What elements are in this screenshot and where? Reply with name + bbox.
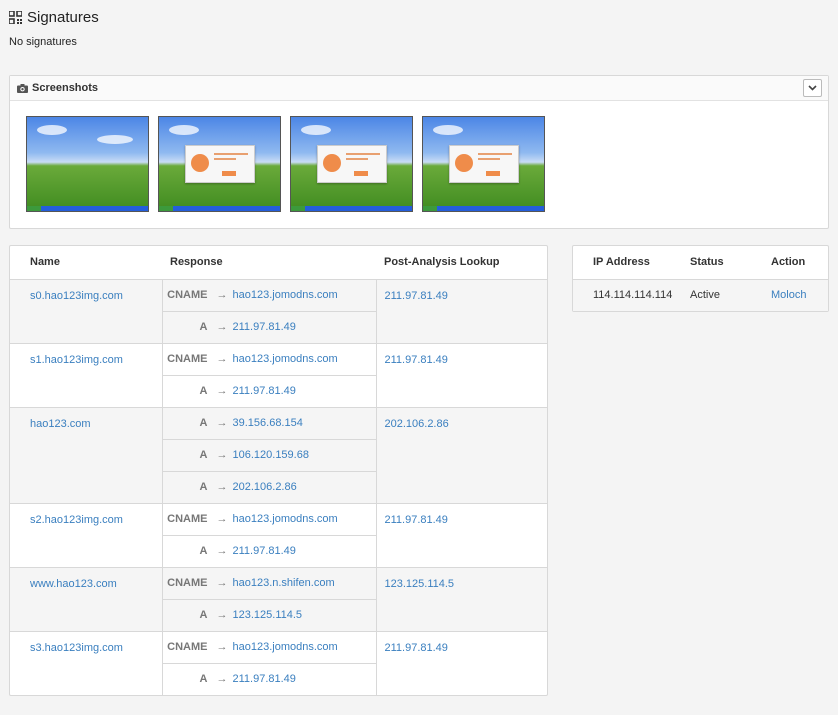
record-value-link[interactable]: hao123.jomodns.com [233,353,338,365]
record-value-link[interactable]: 211.97.81.49 [233,673,296,685]
screenshot-thumbnail-3[interactable] [290,116,413,212]
column-header-response: Response [162,246,376,280]
domain-link[interactable]: s1.hao123img.com [30,354,123,366]
arrow-right-icon: → [216,673,228,685]
arrow-right-icon: → [216,481,228,493]
screenshot-thumbnail-4[interactable] [422,116,545,212]
column-header-status: Status [690,246,771,280]
record-value-link[interactable]: hao123.n.shifen.com [233,577,335,589]
record-type: A [199,321,208,333]
record-value-link[interactable]: 211.97.81.49 [233,321,296,333]
table-row: s3.hao123img.com CNAME → hao123.jomodns.com… [10,630,547,695]
chevron-down-icon [808,85,817,91]
record-type: CNAME [167,513,208,525]
response-record: A → 211.97.81.49 [163,536,376,567]
dns-table-panel: Name Response Post-Analysis Lookup s0.ha… [9,245,548,696]
response-record: A → 211.97.81.49 [163,312,376,343]
table-row: www.hao123.com CNAME → hao123.n.shifen.com 1… [10,566,547,631]
arrow-right-icon: → [216,609,228,621]
response-record: CNAME → hao123.jomodns.com [163,344,376,375]
camera-icon [17,83,28,93]
record-type: A [199,609,208,621]
record-type: A [199,449,208,461]
arrow-right-icon: → [216,513,228,525]
moloch-link[interactable]: Moloch [771,289,806,301]
response-record: A → 202.106.2.86 [163,472,376,503]
record-value-link[interactable]: hao123.jomodns.com [233,641,338,653]
arrow-right-icon: → [216,545,228,557]
signatures-empty-text: No signatures [9,36,77,48]
ip-address: 114.114.114.114 [573,279,690,311]
domain-link[interactable]: www.hao123.com [30,578,117,590]
response-record: CNAME → hao123.n.shifen.com [163,568,376,599]
screenshot-thumbnail-2[interactable] [158,116,281,212]
column-header-name: Name [10,246,162,280]
response-record: A → 39.156.68.154 [163,408,376,439]
screenshots-panel-header: Screenshots [10,76,828,101]
dns-table: Name Response Post-Analysis Lookup s0.ha… [10,246,547,695]
response-record: CNAME → hao123.jomodns.com [163,504,376,535]
table-row: 114.114.114.114 Active Moloch [573,279,828,311]
record-value-link[interactable]: 211.97.81.49 [233,385,296,397]
response-record: A → 211.97.81.49 [163,664,376,695]
record-value-link[interactable]: 202.106.2.86 [233,481,297,493]
record-type: A [199,545,208,557]
post-analysis-link[interactable]: 211.97.81.49 [385,354,448,366]
record-type: CNAME [167,577,208,589]
signatures-title: Signatures [27,9,99,26]
record-value-link[interactable]: hao123.jomodns.com [233,289,338,301]
arrow-right-icon: → [216,321,228,333]
table-row: s2.hao123img.com CNAME → hao123.jomodns.com… [10,502,547,567]
record-value-link[interactable]: 123.125.114.5 [233,609,303,621]
table-row: s1.hao123img.com CNAME → hao123.jomodns.com… [10,342,547,407]
screenshots-title: Screenshots [32,82,99,94]
table-row: hao123.com A → 39.156.68.154 202.106.2.86 [10,406,547,503]
post-analysis-link[interactable]: 123.125.114.5 [385,578,455,590]
arrow-right-icon: → [216,417,228,429]
response-record: A → 123.125.114.5 [163,600,376,631]
column-header-action: Action [771,246,828,280]
screenshot-thumbnails [26,116,554,212]
record-value-link[interactable]: 211.97.81.49 [233,545,296,557]
record-type: A [199,673,208,685]
post-analysis-link[interactable]: 211.97.81.49 [385,642,448,654]
domain-link[interactable]: s0.hao123img.com [30,290,123,302]
record-type: CNAME [167,289,208,301]
arrow-right-icon: → [216,577,228,589]
arrow-right-icon: → [216,641,228,653]
screenshots-panel: Screenshots [9,75,829,229]
domain-link[interactable]: hao123.com [30,418,91,430]
response-record: A → 106.120.159.68 [163,440,376,471]
signatures-header: Signatures [9,9,99,26]
ip-status: Active [690,279,771,311]
record-type: CNAME [167,641,208,653]
ip-table-panel: IP Address Status Action 114.114.114.114… [572,245,829,312]
record-value-link[interactable]: hao123.jomodns.com [233,513,338,525]
domain-link[interactable]: s3.hao123img.com [30,642,123,654]
arrow-right-icon: → [216,353,228,365]
record-type: CNAME [167,353,208,365]
arrow-right-icon: → [216,385,228,397]
arrow-right-icon: → [216,289,228,301]
record-value-link[interactable]: 106.120.159.68 [233,449,309,461]
qr-grid-icon [9,11,22,24]
record-type: A [199,481,208,493]
arrow-right-icon: → [216,449,228,461]
domain-link[interactable]: s2.hao123img.com [30,514,123,526]
post-analysis-link[interactable]: 202.106.2.86 [385,418,449,430]
response-record: CNAME → hao123.jomodns.com [163,632,376,663]
record-type: A [199,417,208,429]
post-analysis-link[interactable]: 211.97.81.49 [385,514,448,526]
ip-table: IP Address Status Action 114.114.114.114… [573,246,828,311]
record-type: A [199,385,208,397]
column-header-ip: IP Address [573,246,690,280]
response-record: A → 211.97.81.49 [163,376,376,407]
screenshot-thumbnail-1[interactable] [26,116,149,212]
table-row: s0.hao123img.com CNAME → hao123.jomodns.com… [10,278,547,343]
column-header-post-analysis: Post-Analysis Lookup [376,246,547,280]
response-record: CNAME → hao123.jomodns.com [163,280,376,311]
post-analysis-link[interactable]: 211.97.81.49 [385,290,448,302]
screenshots-collapse-button[interactable] [803,79,822,97]
record-value-link[interactable]: 39.156.68.154 [233,417,303,429]
